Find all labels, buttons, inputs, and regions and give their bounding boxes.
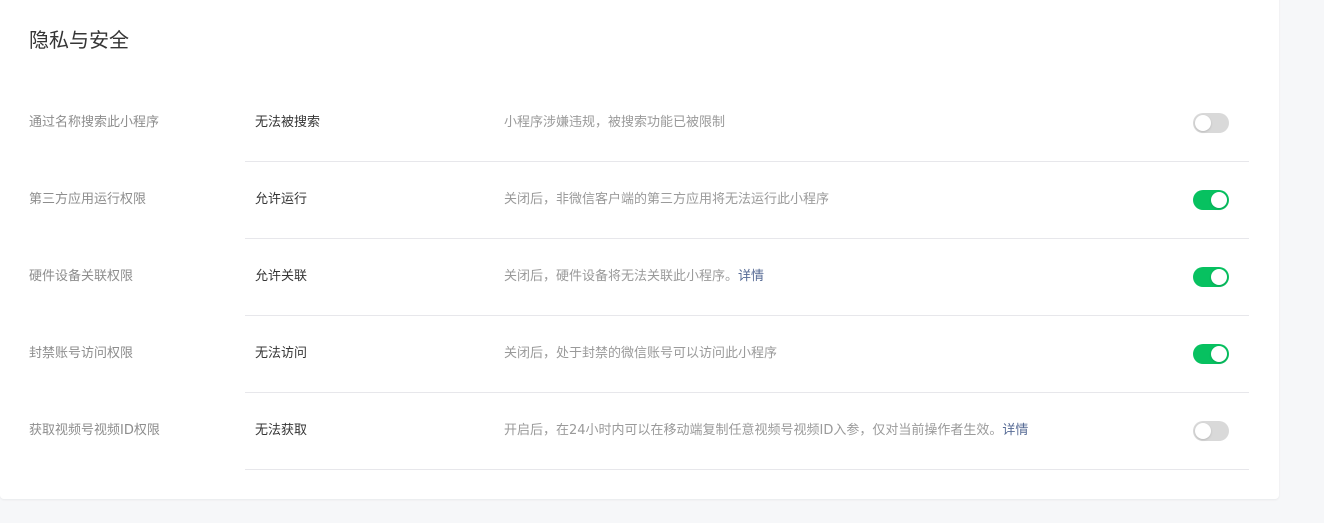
setting-description-text: 开启后，在24小时内可以在移动端复制任意视频号视频ID入参，仅对当前操作者生效。 — [504, 423, 1003, 438]
setting-value: 无法访问 — [255, 346, 308, 361]
setting-description-text: 小程序涉嫌违规，被搜索功能已被限制 — [504, 115, 726, 130]
banned-account-access-toggle[interactable] — [1193, 344, 1229, 364]
setting-row-channels-video-id: 获取视频号视频ID权限 无法获取 开启后，在24小时内可以在移动端复制任意视频号… — [0, 393, 1249, 470]
setting-description: 关闭后，处于封禁的微信账号可以访问此小程序 — [504, 316, 777, 392]
setting-value: 允许关联 — [255, 269, 308, 284]
setting-description-text: 关闭后，处于封禁的微信账号可以访问此小程序 — [504, 346, 778, 361]
setting-description: 小程序涉嫌违规，被搜索功能已被限制 — [504, 85, 725, 161]
setting-label: 通过名称搜索此小程序 — [29, 115, 160, 130]
video-id-details-link[interactable]: 详情 — [1002, 423, 1028, 438]
toggle-knob — [1211, 346, 1227, 362]
setting-description: 关闭后，非微信客户端的第三方应用将无法运行此小程序 — [504, 162, 829, 238]
setting-value: 无法被搜索 — [255, 115, 321, 130]
setting-label: 获取视频号视频ID权限 — [29, 423, 160, 438]
toggle-knob — [1211, 192, 1227, 208]
setting-description: 关闭后，硬件设备将无法关联此小程序。详情 — [504, 239, 764, 315]
setting-description: 开启后，在24小时内可以在移动端复制任意视频号视频ID入参，仅对当前操作者生效。… — [504, 393, 1028, 469]
setting-row-banned-account-access: 封禁账号访问权限 无法访问 关闭后，处于封禁的微信账号可以访问此小程序 — [0, 316, 1249, 393]
setting-value: 无法获取 — [255, 423, 308, 438]
row-divider — [245, 469, 1249, 470]
toggle-knob — [1211, 269, 1227, 285]
channels-video-id-toggle[interactable] — [1193, 421, 1229, 441]
third-party-run-toggle[interactable] — [1193, 190, 1229, 210]
hardware-details-link[interactable]: 详情 — [738, 269, 764, 284]
setting-description-text: 关闭后，非微信客户端的第三方应用将无法运行此小程序 — [504, 192, 830, 207]
section-title: 隐私与安全 — [29, 28, 129, 52]
toggle-knob — [1195, 115, 1211, 131]
setting-label: 封禁账号访问权限 — [29, 346, 134, 361]
setting-row-third-party-run: 第三方应用运行权限 允许运行 关闭后，非微信客户端的第三方应用将无法运行此小程序 — [0, 162, 1249, 239]
privacy-security-card: 隐私与安全 通过名称搜索此小程序 无法被搜索 小程序涉嫌违规，被搜索功能已被限制… — [0, 0, 1279, 499]
toggle-knob — [1195, 423, 1211, 439]
setting-label: 硬件设备关联权限 — [29, 269, 134, 284]
hardware-link-toggle[interactable] — [1193, 267, 1229, 287]
setting-description-text: 关闭后，硬件设备将无法关联此小程序。 — [504, 269, 739, 284]
name-search-toggle[interactable] — [1193, 113, 1229, 133]
setting-row-name-search: 通过名称搜索此小程序 无法被搜索 小程序涉嫌违规，被搜索功能已被限制 — [0, 85, 1249, 162]
setting-row-hardware-link: 硬件设备关联权限 允许关联 关闭后，硬件设备将无法关联此小程序。详情 — [0, 239, 1249, 316]
setting-label: 第三方应用运行权限 — [29, 192, 147, 207]
settings-list: 通过名称搜索此小程序 无法被搜索 小程序涉嫌违规，被搜索功能已被限制 第三方应用… — [0, 85, 1249, 470]
setting-value: 允许运行 — [255, 192, 308, 207]
